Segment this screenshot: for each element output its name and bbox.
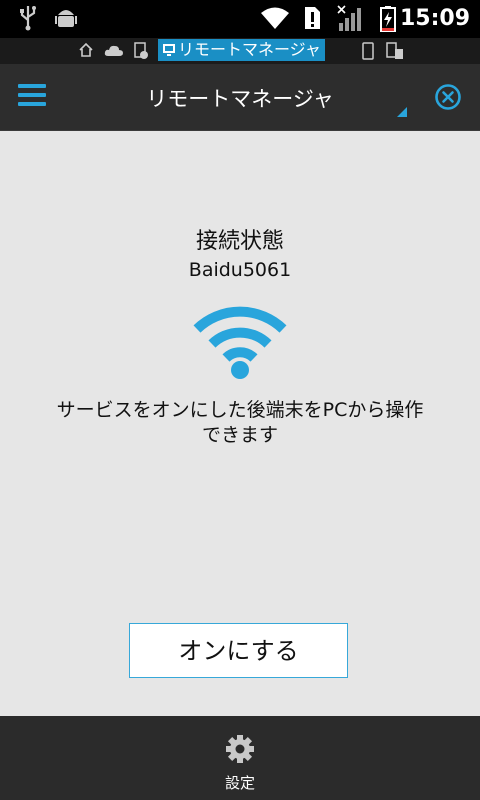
- notification-strip: リモートマネージャ: [0, 38, 480, 64]
- cell-signal-icon: [337, 5, 361, 31]
- page-title: リモートマネージャ: [146, 87, 334, 111]
- wifi-signal-icon: [261, 7, 289, 29]
- cloud-icon: [104, 45, 123, 56]
- settings-button[interactable]: 設定: [200, 716, 280, 800]
- description-text: サービスをオンにした後端末をPCから操作 できます: [56, 399, 424, 446]
- alert-icon: [305, 7, 320, 29]
- gear-icon: [226, 735, 254, 763]
- status-bar: 15:09: [0, 0, 480, 38]
- remote-manager-icon: [163, 44, 175, 56]
- android-debug-icon: [55, 10, 77, 27]
- wifi-icon: [193, 306, 287, 379]
- bottom-bar: 設定: [0, 716, 480, 800]
- turn-on-button[interactable]: オンにする: [129, 623, 348, 678]
- remote-manager-label: リモートマネージャ: [158, 39, 325, 61]
- device-name: Baidu5061: [188, 259, 292, 281]
- devices-icon: [386, 42, 403, 59]
- home-icon: [79, 42, 93, 57]
- main-content: 接続状態 Baidu5061 サービスをオンにした後端末をPCから操作 できます…: [0, 131, 480, 716]
- settings-label: 設定: [224, 774, 255, 792]
- connection-status-title: 接続状態: [195, 229, 284, 254]
- action-bar: リモートマネージャ: [0, 64, 480, 131]
- overflow-indicator: [397, 107, 407, 117]
- usb-icon: [20, 6, 36, 31]
- status-time: 15:09: [399, 6, 470, 31]
- app-icon: [134, 42, 148, 59]
- phone-icon: [362, 42, 374, 60]
- battery-charging-icon: [380, 6, 396, 32]
- close-circle-icon[interactable]: [434, 83, 462, 111]
